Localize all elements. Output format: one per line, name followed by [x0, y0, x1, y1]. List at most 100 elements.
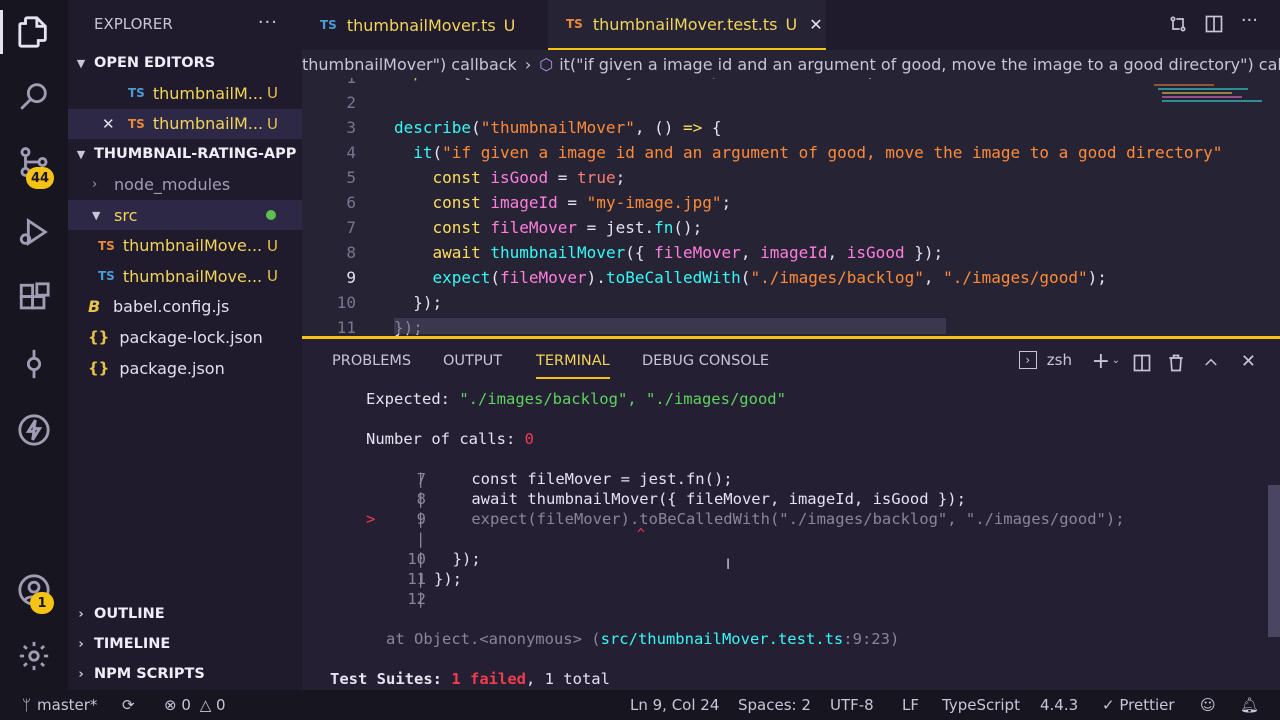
git-commit-icon[interactable]	[0, 334, 68, 394]
lightning-icon[interactable]	[0, 400, 68, 460]
project-header[interactable]: ▼ THUMBNAIL-RATING-APP	[68, 139, 302, 169]
run-debug-icon[interactable]	[0, 202, 68, 262]
folder-label: src	[114, 205, 138, 225]
code-line: expect(fileMover).toBeCalledWith("./imag…	[432, 268, 1107, 287]
file-name: package-lock.json	[119, 327, 263, 347]
stack-prefix: at Object.<anonymous> (	[386, 630, 601, 648]
gutter-bar: |	[416, 550, 426, 568]
calls-label: Number of calls:	[366, 430, 525, 448]
expected-label: Expected:	[366, 390, 460, 408]
search-icon[interactable]	[0, 66, 68, 126]
json-icon: {}	[88, 359, 110, 378]
chevron-down-icon: ▼	[76, 56, 86, 70]
tab-thumbnailmover-test[interactable]: TS thumbnailMover.test.ts U ✕	[548, 0, 826, 50]
ts-version[interactable]: 4.4.3	[1040, 696, 1078, 714]
terminal-scrollbar[interactable]	[1268, 485, 1280, 637]
typescript-icon: TS	[98, 269, 115, 284]
open-editor-item-active[interactable]: ✕ TS thumbnailM... U	[68, 108, 302, 140]
terminal-icon: ›	[1018, 351, 1037, 369]
close-tab-icon[interactable]: ✕	[809, 15, 822, 34]
explorer-icon[interactable]	[0, 2, 68, 62]
chevron-right-icon: ›	[524, 54, 532, 74]
untracked-status: U	[267, 267, 278, 286]
horizontal-scrollbar[interactable]	[394, 318, 946, 334]
close-icon[interactable]: ✕	[102, 115, 128, 133]
activity-bar: 44 1	[0, 0, 68, 690]
folder-src[interactable]: ▼ src	[68, 199, 302, 231]
text-cursor-icon: I	[726, 557, 731, 573]
explorer-sidebar: EXPLORER ··· ▼ OPEN EDITORS TS thumbnail…	[68, 0, 302, 690]
folder-node-modules[interactable]: › node_modules	[68, 169, 302, 200]
code-line: const fileMover = jest.fn();	[432, 218, 703, 237]
breadcrumb-item[interactable]: it("if given a image id and an argument …	[559, 55, 1280, 74]
code-line: describe("thumbnailMover", () => {	[394, 118, 722, 137]
timeline-label: TIMELINE	[94, 636, 171, 652]
file-item[interactable]: {} package-lock.json	[68, 322, 302, 353]
chevron-down-icon: ▼	[92, 208, 101, 222]
tab-debug-console[interactable]: DEBUG CONSOLE	[642, 353, 769, 369]
tab-terminal[interactable]: TERMINAL	[536, 353, 610, 379]
outline-header[interactable]: › OUTLINE	[68, 599, 302, 629]
tab-output[interactable]: OUTPUT	[443, 353, 502, 369]
open-editors-header[interactable]: ▼ OPEN EDITORS	[68, 48, 302, 78]
more-actions-icon[interactable]: ···	[258, 12, 278, 33]
gutter-bar: |	[416, 490, 426, 508]
timeline-header[interactable]: › TIMELINE	[68, 629, 302, 659]
file-item[interactable]: {} package.json	[68, 353, 302, 384]
more-actions-icon[interactable]: ···	[1241, 10, 1258, 31]
line-number: 6	[346, 193, 356, 212]
snippet-code-error: expect(fileMover).toBeCalledWith("./imag…	[434, 510, 1125, 528]
language-mode[interactable]: TypeScript	[942, 696, 1020, 714]
npm-scripts-label: NPM SCRIPTS	[94, 666, 205, 682]
gutter-bar: |	[416, 530, 426, 548]
feedback-icon[interactable]: ☺	[1200, 696, 1216, 714]
untracked-status: U	[267, 114, 278, 133]
branch-indicator[interactable]: ᛘ master*	[22, 696, 97, 714]
prettier-label: Prettier	[1119, 696, 1175, 714]
code-line: await thumbnailMover({ fileMover, imageI…	[432, 243, 944, 262]
breadcrumb-item[interactable]: thumbnailMover") callback	[302, 55, 517, 74]
tab-problems[interactable]: PROBLEMS	[332, 353, 411, 369]
status-bar: ᛘ master* ⟳ ⊗ 0 △ 0 Ln 9, Col 24 Spaces: …	[0, 690, 1280, 720]
chevron-down-icon[interactable]: ⌄	[1112, 355, 1120, 366]
compare-changes-icon[interactable]	[1168, 14, 1188, 38]
tab-thumbnailmover[interactable]: TS thumbnailMover.ts U	[302, 0, 548, 50]
code-line: import { thumbnailMover } from "./thumbn…	[394, 78, 876, 81]
manage-gear-icon[interactable]	[0, 626, 68, 686]
maximize-panel-icon[interactable]	[1202, 353, 1220, 375]
npm-scripts-header[interactable]: › NPM SCRIPTS	[68, 659, 302, 689]
problems-indicator[interactable]: ⊗ 0 △ 0	[164, 696, 226, 714]
prettier-indicator[interactable]: ✓ Prettier	[1102, 696, 1175, 714]
chevron-right-icon: ›	[78, 666, 84, 682]
new-terminal-icon[interactable]: +	[1092, 349, 1110, 374]
minimap[interactable]	[1152, 78, 1262, 118]
json-icon: {}	[88, 328, 110, 347]
line-ending[interactable]: LF	[902, 696, 919, 714]
open-editor-item[interactable]: TS thumbnailM... U	[68, 78, 302, 109]
expected-value: "./images/backlog", "./images/good"	[459, 390, 786, 408]
cursor-position[interactable]: Ln 9, Col 24	[630, 696, 719, 714]
stack-path[interactable]: src/thumbnailMover.test.ts	[601, 630, 844, 648]
close-panel-icon[interactable]: ✕	[1241, 351, 1256, 372]
indentation[interactable]: Spaces: 2	[738, 696, 811, 714]
file-item[interactable]: B babel.config.js	[68, 292, 302, 323]
chevron-right-icon: ›	[92, 176, 98, 192]
file-item[interactable]: TS thumbnailMove... U	[68, 261, 302, 292]
split-terminal-icon[interactable]	[1132, 353, 1152, 377]
code-editor[interactable]: 1 2 3 4 5 6 7 8 9 10 11 import { thumbna…	[302, 78, 1280, 336]
file-item[interactable]: TS thumbnailMove... U	[68, 230, 302, 261]
suites-total: , 1 total	[525, 670, 610, 688]
snippet-code: });	[434, 570, 462, 588]
error-count: 0	[181, 696, 191, 714]
suites-failed: 1 failed	[451, 670, 526, 688]
trash-icon[interactable]	[1166, 353, 1186, 377]
typescript-icon: TS	[128, 86, 145, 101]
terminal-selector[interactable]: › zsh	[1018, 351, 1072, 369]
extensions-icon[interactable]	[0, 268, 68, 328]
split-editor-icon[interactable]	[1204, 14, 1224, 38]
stack-trace-line: at Object.<anonymous> (src/thumbnailMove…	[386, 630, 899, 648]
tab-status: U	[785, 14, 798, 34]
encoding[interactable]: UTF-8	[830, 696, 874, 714]
sync-icon[interactable]: ⟳	[122, 696, 135, 714]
notifications-bell-icon[interactable]: 🔔︎	[1240, 696, 1259, 714]
